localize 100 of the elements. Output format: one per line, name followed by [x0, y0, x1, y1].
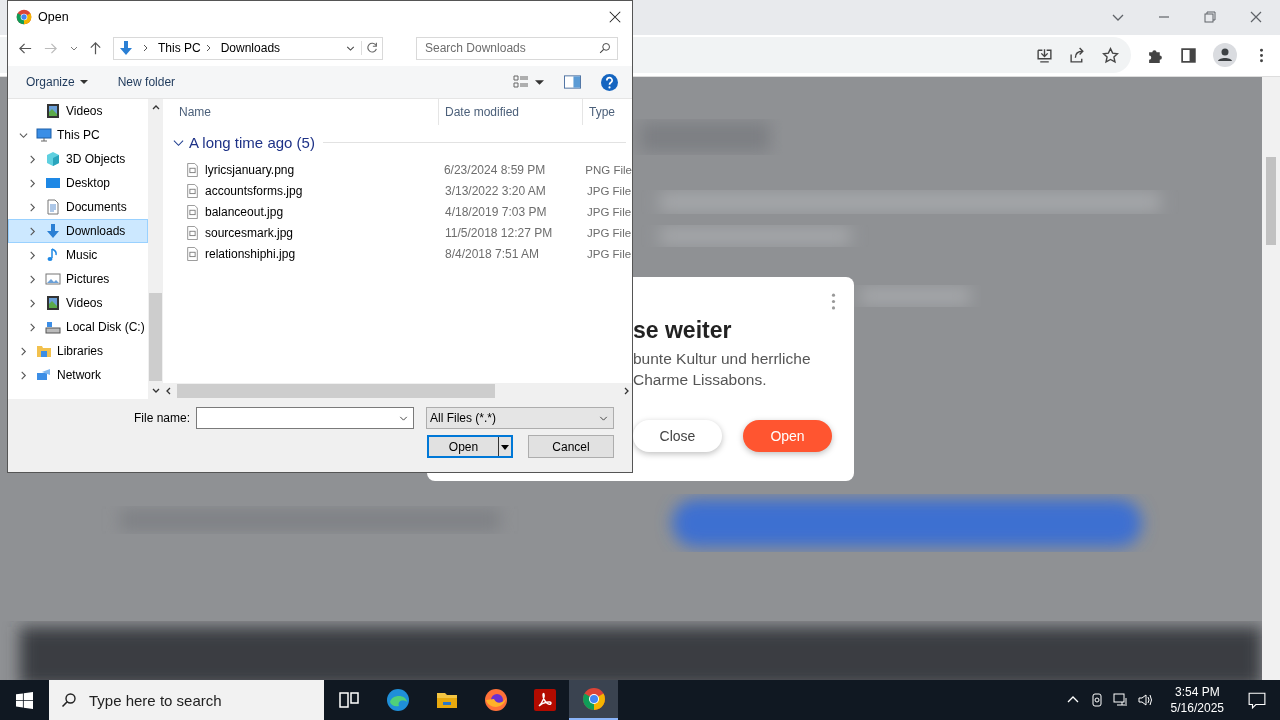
close-button[interactable]: Close	[633, 420, 722, 452]
desktop-icon	[45, 175, 61, 191]
chevron-down-icon[interactable]	[19, 130, 28, 140]
bookmark-star-icon[interactable]	[1102, 46, 1119, 64]
chevron-right-icon[interactable]	[28, 226, 37, 236]
preview-pane-icon[interactable]	[564, 75, 581, 89]
share-icon[interactable]	[1069, 46, 1086, 64]
profile-icon[interactable]	[1213, 43, 1237, 68]
speaker-icon[interactable]	[1136, 692, 1153, 708]
chevron-right-icon[interactable]	[28, 274, 37, 284]
film-icon	[45, 103, 61, 119]
help-icon[interactable]	[601, 73, 618, 91]
more-options-icon[interactable]	[831, 293, 836, 310]
nav-item[interactable]: 3D Objects	[8, 147, 148, 171]
notification-icon[interactable]	[1248, 691, 1266, 709]
column-header[interactable]: Name	[163, 99, 439, 125]
chrome-icon	[581, 687, 606, 711]
nav-item[interactable]: Network	[8, 363, 148, 387]
popup-text: Charme Lissabons.	[633, 370, 768, 390]
restore-icon[interactable]	[1202, 9, 1218, 26]
group-header[interactable]: A long time ago (5)	[189, 133, 315, 151]
file-icon	[187, 162, 198, 177]
nav-item[interactable]: Videos	[8, 291, 148, 315]
chevron-right-icon[interactable]	[28, 322, 37, 332]
install-icon[interactable]	[1036, 46, 1053, 64]
new-folder-button[interactable]: New folder	[109, 71, 184, 93]
file-icon	[187, 225, 198, 240]
monitor-icon	[36, 127, 52, 143]
file-name[interactable]: sourcesmark.jpg	[205, 225, 294, 240]
download-arrow-icon	[45, 223, 61, 239]
nav-item[interactable]: Desktop	[8, 171, 148, 195]
nav-item[interactable]: Music	[8, 243, 148, 267]
nav-item[interactable]: Local Disk (C:)	[8, 315, 148, 339]
search-field[interactable]: Search Downloads	[416, 36, 618, 60]
file-name[interactable]: relationshiphi.jpg	[205, 246, 296, 261]
address-field[interactable]: This PC Downloads	[113, 36, 383, 60]
file-date: 6/23/2024 8:59 PM	[443, 162, 547, 177]
cube-icon	[45, 151, 61, 167]
file-date: 8/4/2018 7:51 AM	[445, 246, 541, 261]
download-arrow-icon	[118, 40, 134, 56]
chevron-right-icon[interactable]	[28, 250, 37, 260]
column-header[interactable]: Type	[583, 99, 632, 125]
file-date: 3/13/2022 3:20 AM	[445, 183, 547, 198]
search-icon	[61, 692, 77, 708]
nav-item[interactable]: Downloads	[8, 219, 148, 243]
file-name[interactable]: balanceout.jpg	[205, 204, 284, 219]
organize-button[interactable]: Organize	[18, 71, 96, 93]
cancel-button[interactable]: Cancel	[528, 435, 614, 458]
file-name[interactable]: accountsforms.jpg	[205, 183, 303, 198]
file-name-label: File name:	[133, 411, 190, 425]
chevron-right-icon	[204, 44, 213, 52]
search-icon	[599, 42, 611, 54]
file-date: 4/18/2019 7:03 PM	[445, 204, 548, 219]
scrollbar[interactable]	[1262, 77, 1280, 680]
open-button[interactable]: Open	[427, 435, 513, 458]
chevron-right-icon[interactable]	[19, 346, 28, 356]
search-input[interactable]: Search Downloads	[425, 41, 599, 55]
scrollbar[interactable]	[163, 383, 632, 399]
chevron-right-icon[interactable]	[19, 370, 28, 380]
chevron-right-icon	[142, 44, 150, 52]
drive-icon	[45, 319, 61, 335]
column-header[interactable]: Date modified	[439, 99, 583, 125]
list-view-icon[interactable]	[513, 74, 529, 90]
caret-icon[interactable]	[535, 77, 544, 87]
dialog-title: Open	[38, 9, 69, 24]
browser-wave-icon	[385, 688, 410, 712]
folder-icon	[36, 343, 52, 359]
file-type: JPG File	[587, 247, 632, 260]
taskbar-app-button[interactable]	[569, 680, 618, 720]
nav-item[interactable]: Videos	[8, 99, 148, 123]
chrome-icon	[16, 8, 32, 25]
nav-item[interactable]: Libraries	[8, 339, 148, 363]
clock-date: 5/16/2025	[1170, 700, 1224, 716]
up-arrow-icon[interactable]	[88, 40, 103, 56]
file-name[interactable]: lyricsjanuary.png	[205, 162, 295, 177]
file-name-field[interactable]	[196, 407, 414, 429]
nav-item[interactable]: Pictures	[8, 267, 148, 291]
side-panel-icon[interactable]	[1180, 46, 1197, 64]
file-type-dropdown[interactable]: All Files (*.*)	[426, 407, 614, 429]
search-field[interactable]: Type here to search	[49, 680, 324, 720]
file-icon	[187, 246, 198, 261]
file-type: JPG File	[587, 205, 632, 218]
chevron-right-icon[interactable]	[28, 178, 37, 188]
clock[interactable]: 3:54 PM 5/16/2025	[1160, 684, 1234, 716]
search-input[interactable]: Type here to search	[87, 690, 311, 710]
breadcrumb-item[interactable]: This PC	[158, 41, 201, 55]
image-icon	[45, 271, 61, 287]
scrollbar[interactable]	[148, 99, 163, 399]
nav-item[interactable]: This PC	[8, 123, 148, 147]
file-icon	[187, 204, 198, 219]
windows-start-icon[interactable]	[16, 691, 33, 709]
network-icon[interactable]	[1112, 692, 1129, 708]
breadcrumb-item[interactable]: Downloads	[220, 41, 281, 55]
nav-item[interactable]: Documents	[8, 195, 148, 219]
chevron-right-icon[interactable]	[28, 154, 37, 164]
chevron-right-icon[interactable]	[28, 202, 37, 212]
caret-icon[interactable]	[501, 442, 509, 451]
film-icon	[45, 295, 61, 311]
close-icon[interactable]	[608, 9, 622, 24]
chevron-right-icon[interactable]	[28, 298, 37, 308]
